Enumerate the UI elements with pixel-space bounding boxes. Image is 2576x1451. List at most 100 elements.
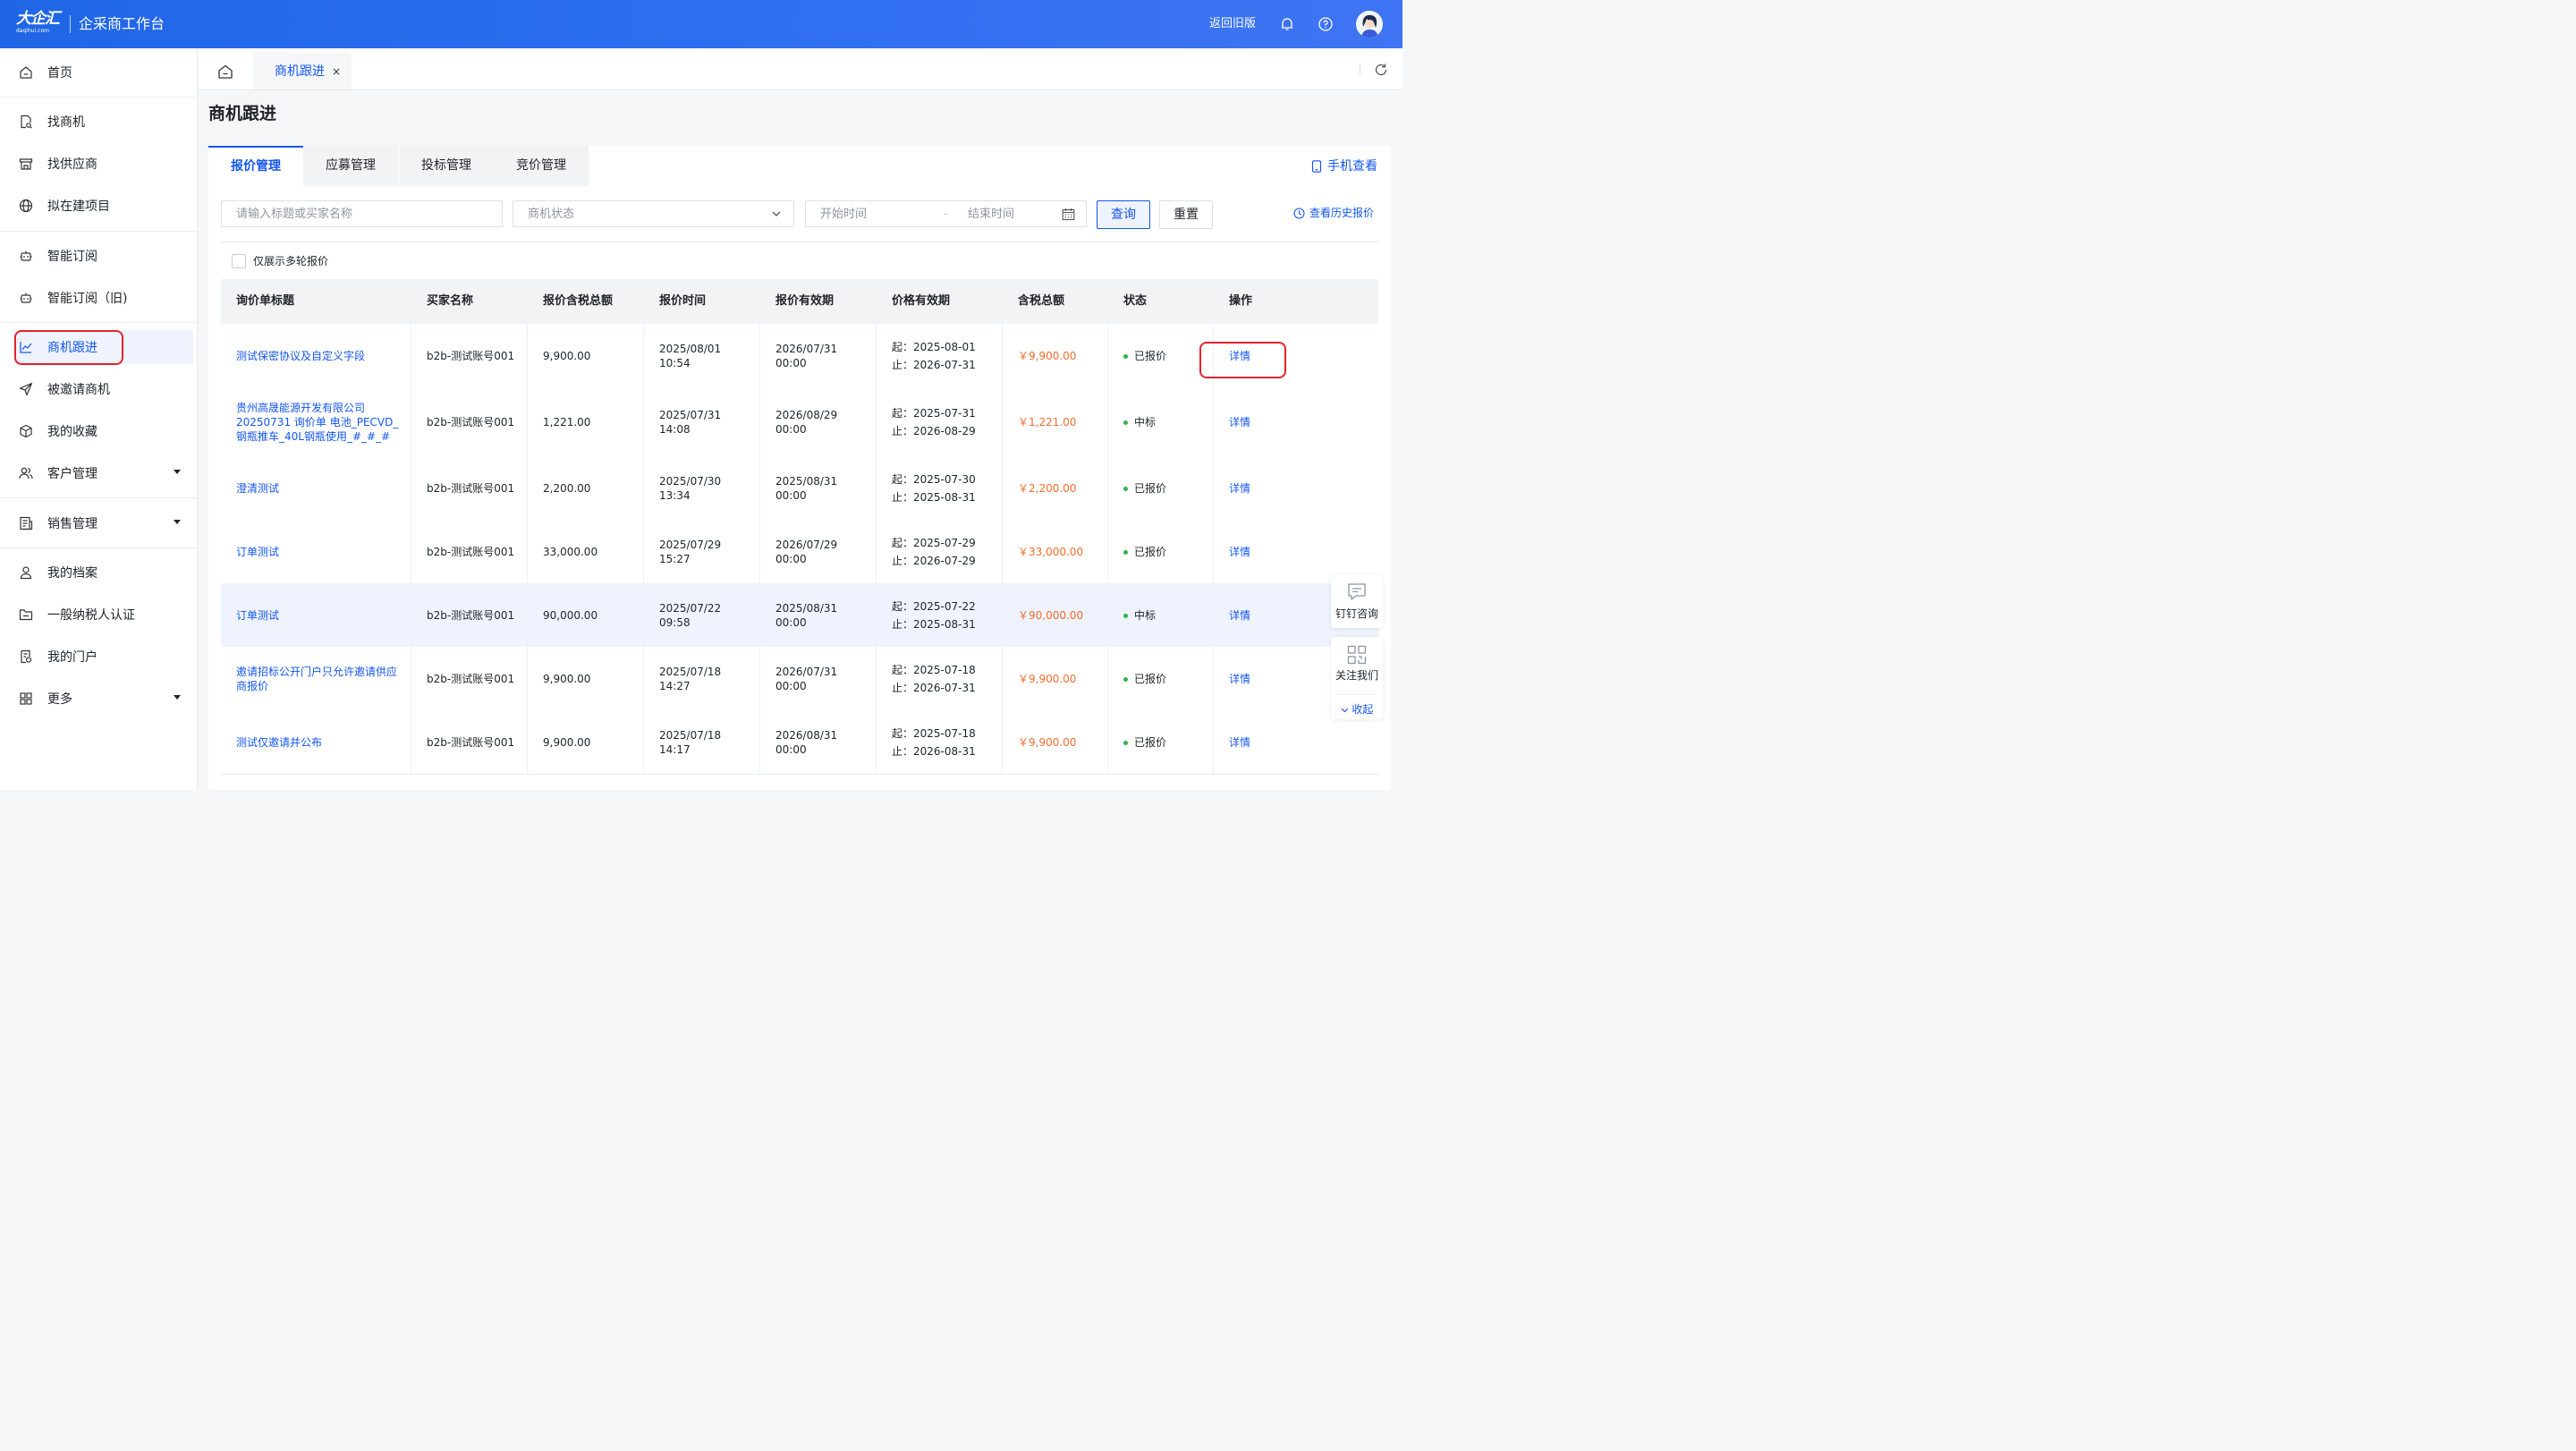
qr-code-icon — [1347, 645, 1367, 665]
status-dot — [1123, 676, 1128, 682]
refresh-icon[interactable] — [1374, 63, 1388, 77]
bell-icon[interactable] — [1279, 16, 1295, 32]
cell-action[interactable]: 详情 — [1214, 387, 1378, 456]
sidebar-item-planned-projects[interactable]: 拟在建项目 — [14, 189, 193, 223]
cell-title[interactable]: 订单测试 — [221, 520, 411, 583]
status-select[interactable]: 商机状态 — [513, 200, 794, 227]
sidebar-item-taxpayer-certification[interactable]: 一般纳税人认证 — [14, 598, 193, 632]
brand-logo[interactable]: 大企汇 daqihui.com — [16, 10, 63, 37]
column-header-price-validity: 价格有效期 — [892, 294, 951, 308]
sidebar-item-invited-opportunities[interactable]: 被邀请商机 — [14, 372, 193, 406]
cell-quote-amount: 1,221.00 — [528, 387, 644, 456]
home-icon — [18, 64, 34, 81]
clock-icon — [1293, 207, 1305, 219]
cell-total-text: ￥33,000.00 — [1018, 545, 1084, 558]
tab-auction-management[interactable]: 竞价管理 — [494, 146, 589, 186]
tab-quote-management[interactable]: 报价管理 — [208, 146, 303, 186]
date-range-separator: - — [944, 208, 948, 221]
reset-button[interactable]: 重置 — [1159, 200, 1213, 229]
status-badge: 已报价 — [1123, 349, 1204, 363]
cell-quote-amount: 9,900.00 — [528, 710, 644, 774]
cell-total: ￥2,200.00 — [1003, 456, 1108, 520]
cell-quote-validity: 2026/07/29 00:00 — [760, 520, 877, 583]
cell-action[interactable]: 详情 — [1214, 710, 1378, 774]
main-card: 报价管理 应募管理 投标管理 竞价管理 手机查看 请输入标题或买家名称 商机状态… — [208, 146, 1391, 790]
status-badge: 中标 — [1123, 415, 1204, 429]
sidebar-item-my-favorites[interactable]: 我的收藏 — [14, 414, 193, 448]
cell-title[interactable]: 订单测试 — [221, 583, 411, 647]
cell-action-text[interactable]: 详情 — [1229, 545, 1369, 559]
tab-application-management[interactable]: 应募管理 — [303, 146, 398, 186]
cell-quote-amount: 33,000.00 — [528, 520, 644, 583]
sidebar-item-my-portal[interactable]: 我的门户 — [14, 640, 193, 674]
sidebar-item-customer-management[interactable]: 客户管理 — [14, 456, 193, 490]
history-quotes-link[interactable]: 查看历史报价 — [1293, 206, 1374, 220]
sidebar-item-label: 更多 — [47, 692, 72, 707]
end-date-input[interactable]: 结束时间 — [968, 201, 1014, 228]
follow-us-panel[interactable]: 关注我们 收起 — [1331, 637, 1383, 719]
cell-title-text[interactable]: 澄清测试 — [236, 481, 402, 496]
tab-label: 商机跟进 — [275, 64, 325, 79]
sidebar-item-more[interactable]: 更多 — [14, 682, 193, 716]
cell-title-text[interactable]: 测试仅邀请并公布 — [236, 735, 402, 750]
status-badge: 已报价 — [1123, 481, 1204, 496]
cell-quote-amount-text: 1,221.00 — [543, 415, 591, 429]
status-dot — [1123, 353, 1128, 359]
cell-title-text[interactable]: 订单测试 — [236, 608, 402, 623]
date-range-picker[interactable]: 开始时间 - 结束时间 — [805, 200, 1087, 227]
dingtalk-consult-label: 钉钉咨询 — [1335, 607, 1378, 620]
status-badge: 中标 — [1123, 608, 1204, 623]
sidebar-item-home[interactable]: 首页 — [14, 55, 193, 89]
cell-quote-validity-text: 2026/07/31 00:00 — [775, 342, 838, 369]
cell-total-text: ￥9,900.00 — [1018, 349, 1077, 362]
price-valid-from: 起：2025-07-22 — [892, 599, 976, 613]
home-tab-icon[interactable] — [217, 64, 233, 79]
cell-title[interactable]: 测试仅邀请并公布 — [221, 710, 411, 774]
cell-title-text[interactable]: 订单测试 — [236, 545, 402, 559]
cell-title[interactable]: 邀请招标公开门户只允许邀请供应商报价 — [221, 647, 411, 710]
query-button[interactable]: 查询 — [1097, 200, 1150, 229]
sidebar-item-label: 我的档案 — [47, 566, 97, 581]
page-title: 商机跟进 — [208, 104, 277, 123]
cell-quote-time-text: 2025/07/29 15:27 — [659, 538, 722, 565]
collapse-label: 收起 — [1352, 703, 1374, 716]
cell-quote-validity-text: 2026/07/31 00:00 — [775, 665, 838, 692]
collapse-button[interactable]: 收起 — [1331, 701, 1383, 717]
tab-bid-management[interactable]: 投标管理 — [399, 146, 494, 186]
status-text: 已报价 — [1134, 672, 1167, 685]
sidebar-item-sales-management[interactable]: 销售管理 — [14, 506, 193, 540]
cell-action-text[interactable]: 详情 — [1229, 735, 1369, 750]
sidebar-item-find-suppliers[interactable]: 找供应商 — [14, 147, 193, 181]
dingtalk-consult-button[interactable]: 钉钉咨询 — [1331, 574, 1383, 628]
user-avatar[interactable] — [1356, 11, 1383, 38]
cell-title-text[interactable]: 测试保密协议及自定义字段 — [236, 349, 402, 363]
tab-opportunity-followup[interactable]: 商机跟进 × — [253, 52, 352, 89]
cell-quote-time: 2025/07/18 14:17 — [644, 710, 760, 774]
mobile-view-link[interactable]: 手机查看 — [1311, 158, 1377, 174]
cell-action[interactable]: 详情 — [1214, 456, 1378, 520]
start-date-input[interactable]: 开始时间 — [820, 201, 867, 228]
cell-status: 已报价 — [1108, 324, 1214, 387]
cell-action-text[interactable]: 详情 — [1229, 415, 1369, 429]
folder-icon — [18, 607, 34, 623]
cell-quote-validity-text: 2026/07/29 00:00 — [775, 538, 838, 565]
sidebar-item-smart-subscription-old[interactable]: 智能订阅（旧) — [14, 281, 193, 315]
cell-title[interactable]: 贵州高晟能源开发有限公司 20250731 询价单 电池_PECVD_钢瓶推车_… — [221, 387, 411, 456]
sidebar-item-label: 首页 — [47, 66, 72, 81]
divider — [0, 322, 197, 323]
cell-title[interactable]: 测试保密协议及自定义字段 — [221, 324, 411, 387]
cell-title-text[interactable]: 贵州高晟能源开发有限公司 20250731 询价单 电池_PECVD_钢瓶推车_… — [236, 401, 402, 444]
multi-round-checkbox[interactable] — [232, 254, 246, 268]
cell-total-text: ￥9,900.00 — [1018, 672, 1077, 685]
sidebar-item-find-opportunities[interactable]: 找商机 — [14, 105, 193, 139]
sidebar-item-smart-subscription[interactable]: 智能订阅 — [14, 239, 193, 273]
back-to-old-version-link[interactable]: 返回旧版 — [1209, 15, 1256, 33]
status-text: 已报价 — [1134, 349, 1167, 362]
sidebar-item-my-profile[interactable]: 我的档案 — [14, 556, 193, 590]
help-icon[interactable] — [1318, 16, 1334, 32]
keyword-search-input[interactable]: 请输入标题或买家名称 — [221, 200, 503, 227]
cell-action-text[interactable]: 详情 — [1229, 481, 1369, 496]
close-icon[interactable]: × — [332, 64, 341, 80]
cell-title[interactable]: 澄清测试 — [221, 456, 411, 520]
cell-title-text[interactable]: 邀请招标公开门户只允许邀请供应商报价 — [236, 665, 402, 693]
